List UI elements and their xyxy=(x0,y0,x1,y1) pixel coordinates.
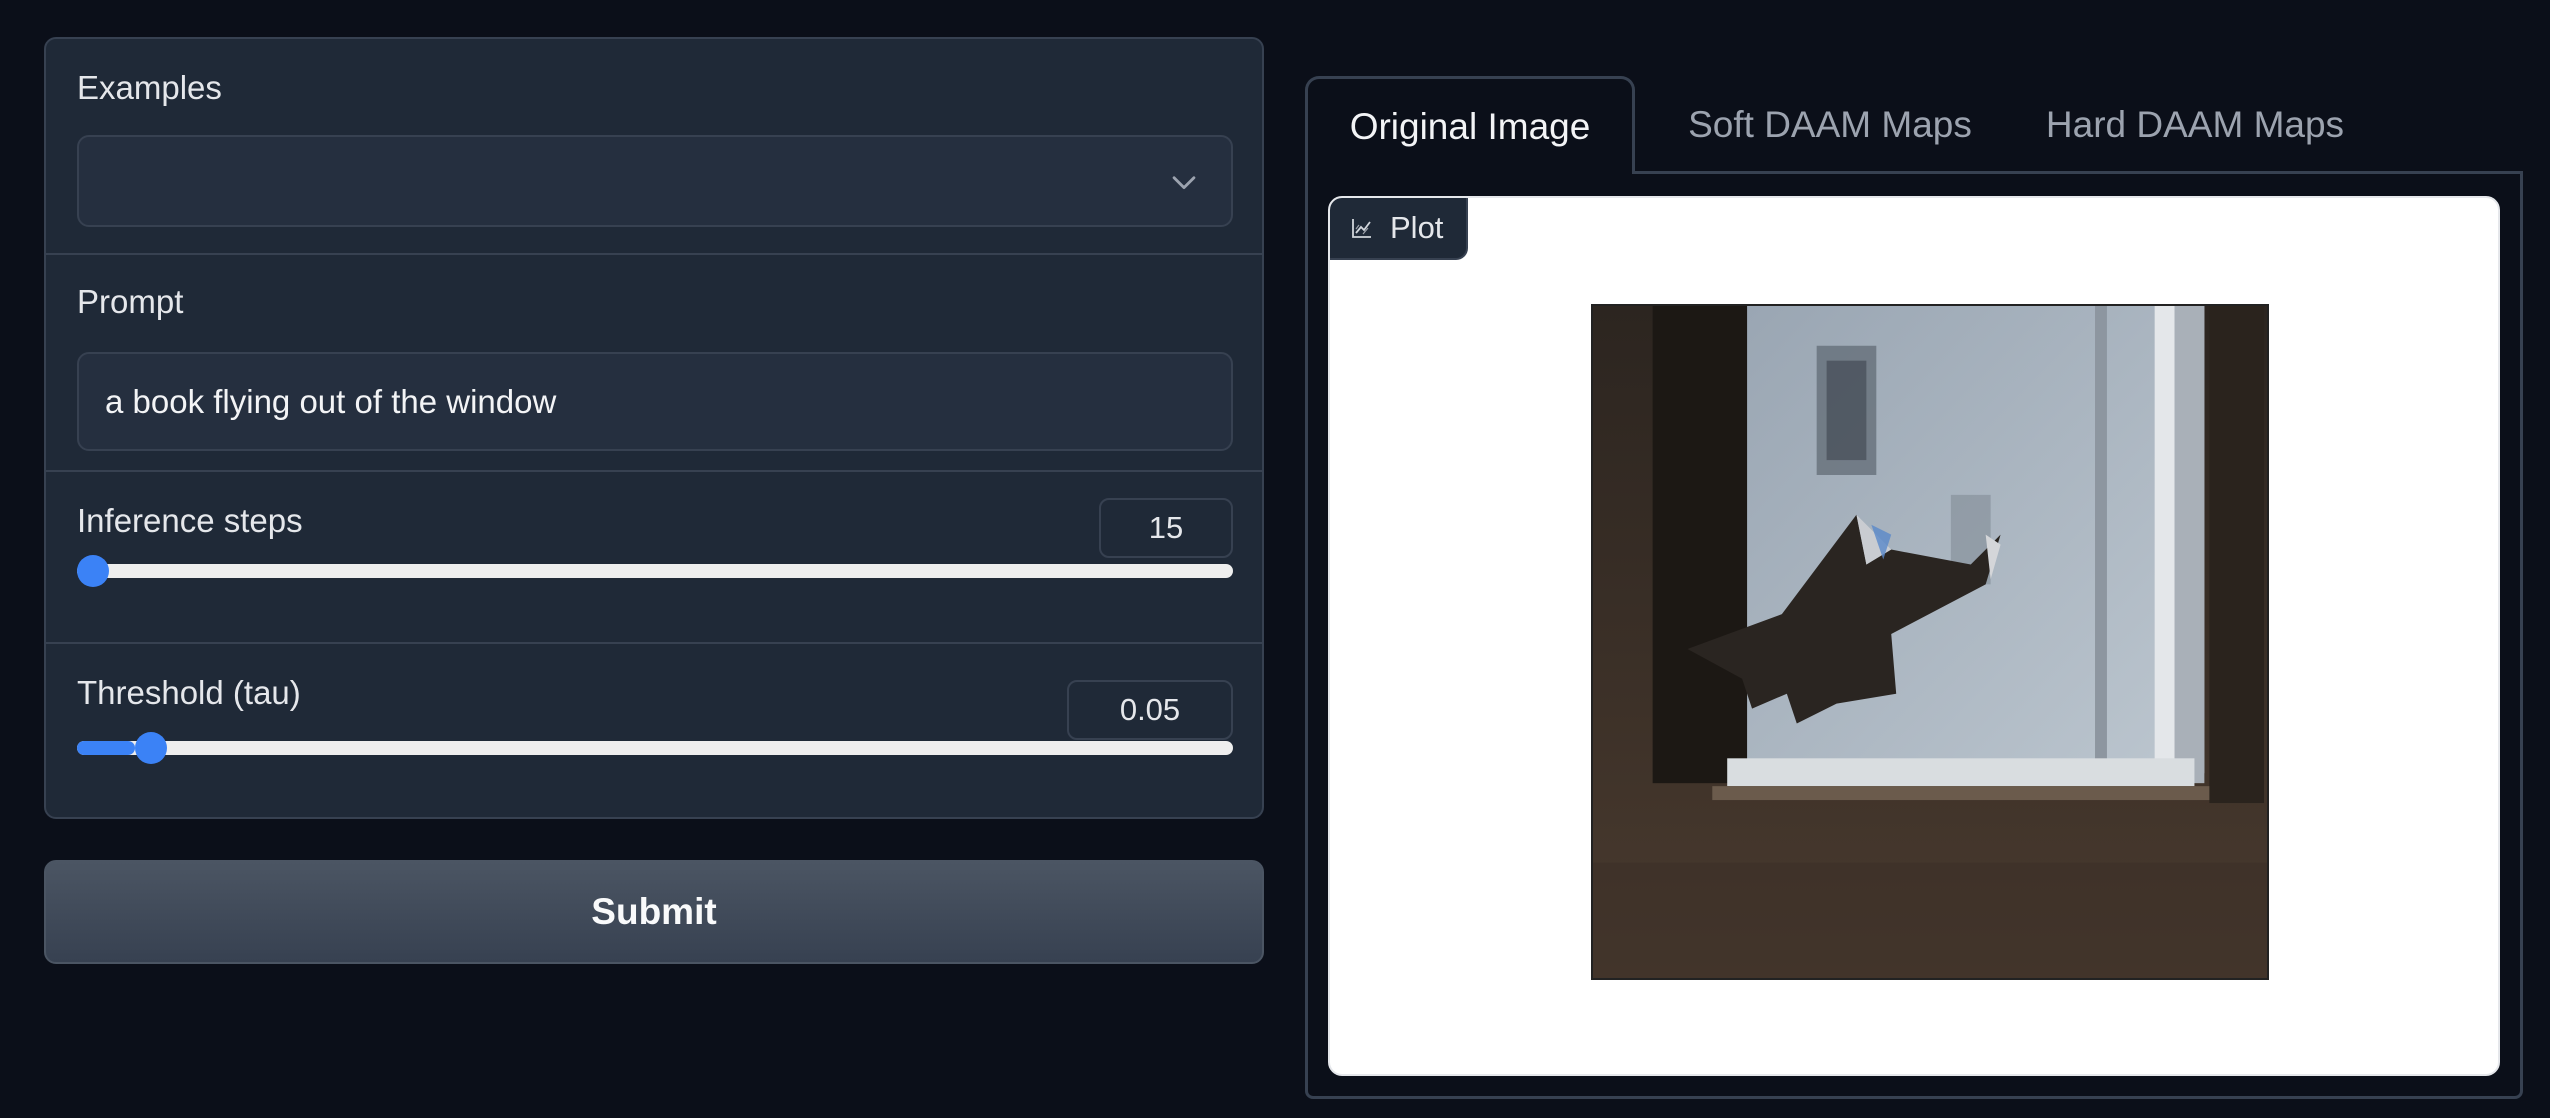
chevron-down-icon xyxy=(1172,176,1196,190)
threshold-number-input[interactable]: 0.05 xyxy=(1067,680,1233,740)
threshold-block: Threshold (tau) 0.05 xyxy=(46,644,1262,817)
inference-steps-slider[interactable] xyxy=(77,555,1233,587)
inference-steps-block: Inference steps 15 xyxy=(46,472,1262,644)
book-window-illustration xyxy=(1593,306,2267,978)
prompt-block: Prompt a book flying out of the window xyxy=(46,255,1262,472)
chart-icon xyxy=(1352,219,1371,238)
plot-badge-label: Plot xyxy=(1390,210,1444,245)
plot-badge: Plot xyxy=(1330,198,1468,260)
slider-fill xyxy=(77,741,135,755)
prompt-input[interactable]: a book flying out of the window xyxy=(77,352,1233,451)
slider-track xyxy=(77,741,1233,755)
submit-button[interactable]: Submit xyxy=(44,860,1264,964)
generated-image xyxy=(1591,304,2269,980)
plot-output: Plot xyxy=(1328,196,2500,1076)
input-form-panel: Examples Prompt a book flying out of the… xyxy=(44,37,1264,819)
threshold-label: Threshold (tau) xyxy=(77,674,301,711)
examples-dropdown[interactable] xyxy=(77,135,1233,227)
inference-steps-label: Inference steps xyxy=(77,502,303,539)
tab-soft-daam-maps[interactable]: Soft DAAM Maps xyxy=(1665,76,1995,174)
examples-label: Examples xyxy=(77,69,222,106)
tab-original-image[interactable]: Original Image xyxy=(1305,76,1635,174)
examples-block: Examples xyxy=(46,39,1262,255)
app-root: Examples Prompt a book flying out of the… xyxy=(0,0,2550,1118)
output-tabs: Original Image Soft DAAM Maps Hard DAAM … xyxy=(1305,76,2525,174)
prompt-label: Prompt xyxy=(77,283,184,320)
tab-hard-daam-maps[interactable]: Hard DAAM Maps xyxy=(2015,76,2375,174)
slider-track xyxy=(77,564,1233,578)
threshold-slider[interactable] xyxy=(77,732,1233,764)
slider-thumb[interactable] xyxy=(77,555,109,587)
inference-steps-number-input[interactable]: 15 xyxy=(1099,498,1233,558)
slider-thumb[interactable] xyxy=(134,732,167,764)
